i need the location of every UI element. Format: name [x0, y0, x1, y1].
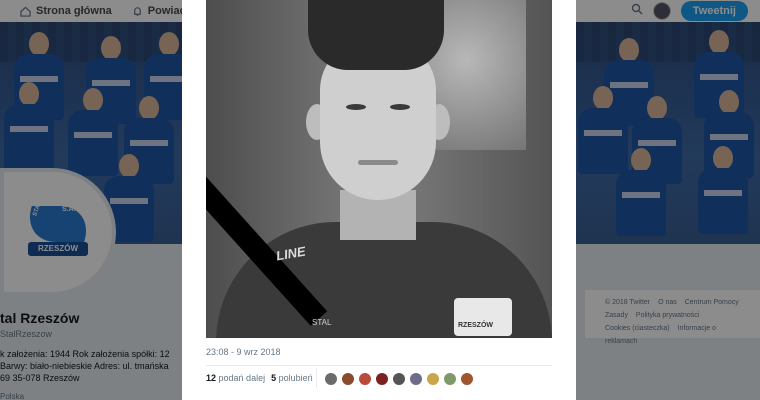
tweet-timestamp[interactable]: 23:08 - 9 wrz 2018	[206, 347, 281, 357]
divider	[206, 365, 552, 366]
liker-avatar[interactable]	[375, 372, 389, 386]
shirt-sponsor: STAL	[312, 318, 332, 327]
stats-separator	[316, 368, 317, 388]
shirt-crest: RZESZÓW	[454, 298, 512, 336]
likers-avatars	[324, 372, 474, 386]
liker-avatar[interactable]	[392, 372, 406, 386]
tweet-photo[interactable]: LINE STAL RZESZÓW	[206, 0, 552, 338]
likes-stat[interactable]: 5 polubień	[271, 373, 313, 383]
liker-avatar[interactable]	[443, 372, 457, 386]
liker-avatar[interactable]	[426, 372, 440, 386]
liker-avatar[interactable]	[409, 372, 423, 386]
liker-avatar[interactable]	[358, 372, 372, 386]
liker-avatar[interactable]	[341, 372, 355, 386]
tweet-stats: 12 podań dalej 5 polubień	[206, 373, 313, 383]
liker-avatar[interactable]	[324, 372, 338, 386]
liker-avatar[interactable]	[460, 372, 474, 386]
tweet-modal: LINE STAL RZESZÓW 23:08 - 9 wrz 2018 12 …	[182, 0, 576, 400]
retweets-stat[interactable]: 12 podań dalej	[206, 373, 265, 383]
